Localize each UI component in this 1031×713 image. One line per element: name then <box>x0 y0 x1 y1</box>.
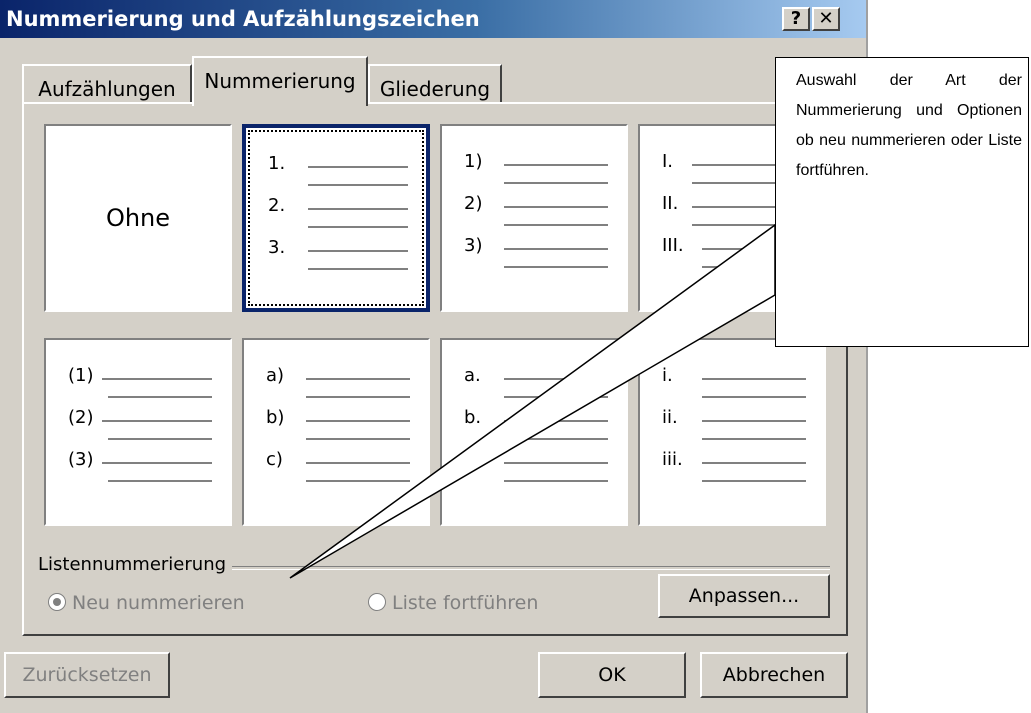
tab-nummerierung[interactable]: Nummerierung <box>192 56 368 106</box>
close-button[interactable]: ✕ <box>812 7 840 31</box>
numbering-dialog: Nummerierung und Aufzählungszeichen ? ✕ … <box>0 0 866 713</box>
reset-button[interactable]: Zurücksetzen <box>4 652 170 698</box>
gallery-cell-arabic-period[interactable]: 1. 2. 3. <box>242 124 430 312</box>
list-marker: 3. <box>268 237 286 258</box>
cancel-button[interactable]: Abbrechen <box>700 652 848 698</box>
list-marker: (2) <box>68 407 94 428</box>
gallery-cell-roman-lower[interactable]: i. ii. iii. <box>638 338 826 526</box>
close-icon: ✕ <box>818 8 834 29</box>
tab-strip: Aufzählungen Nummerierung Gliederung <box>0 38 866 106</box>
list-marker: c) <box>266 449 283 470</box>
list-marker: III. <box>662 235 684 256</box>
radio-indicator <box>368 593 386 611</box>
continue-list-radio[interactable]: Liste fortführen <box>368 592 538 614</box>
ok-button[interactable]: OK <box>538 652 686 698</box>
dialog-title: Nummerierung und Aufzählungszeichen <box>6 7 480 31</box>
list-marker: 1) <box>464 151 483 172</box>
gallery-cell-arabic-paren[interactable]: 1) 2) 3) <box>440 124 628 312</box>
list-marker: (1) <box>68 365 94 386</box>
tab-label: Gliederung <box>379 77 491 101</box>
restart-numbering-label: Neu nummerieren <box>72 592 245 614</box>
title-bar: Nummerierung und Aufzählungszeichen ? ✕ <box>0 0 866 38</box>
list-marker: a) <box>266 365 285 386</box>
restart-numbering-radio[interactable]: Neu nummerieren <box>48 592 245 614</box>
gallery-cell-alpha-period[interactable]: a. b. c. <box>440 338 628 526</box>
continue-list-label: Liste fortführen <box>392 592 539 614</box>
list-marker: (3) <box>68 449 94 470</box>
list-marker: c. <box>464 449 480 470</box>
radio-indicator <box>48 593 66 611</box>
tab-label: Aufzählungen <box>38 77 176 101</box>
list-marker: II. <box>662 193 679 214</box>
list-marker: 2) <box>464 193 483 214</box>
list-marker: i. <box>662 365 673 386</box>
list-marker: I. <box>662 151 674 172</box>
list-marker: 3) <box>464 235 483 256</box>
gallery-cell-none[interactable]: Ohne <box>44 124 232 312</box>
none-label: Ohne <box>105 204 171 232</box>
callout-text: Auswahl der Art der Nummerierung und Opt… <box>796 72 1022 179</box>
list-marker: iii. <box>662 449 683 470</box>
list-marker: 2. <box>268 195 286 216</box>
gallery-cell-alpha-paren[interactable]: a) b) c) <box>242 338 430 526</box>
tab-label: Nummerierung <box>204 69 356 93</box>
help-button[interactable]: ? <box>782 7 810 31</box>
list-marker: 1. <box>268 153 286 174</box>
gallery-cell-arabic-parens[interactable]: (1) (2) (3) <box>44 338 232 526</box>
list-marker: b. <box>464 407 482 428</box>
list-marker: a. <box>464 365 481 386</box>
list-marker: b) <box>266 407 285 428</box>
tab-aufzaehlungen[interactable]: Aufzählungen <box>22 64 192 104</box>
tab-gliederung[interactable]: Gliederung <box>368 64 502 104</box>
list-marker: ii. <box>662 407 678 428</box>
list-numbering-label: Listennummerierung <box>38 554 233 575</box>
callout-box: Auswahl der Art der Nummerierung und Opt… <box>775 57 1029 347</box>
customize-button[interactable]: Anpassen... <box>658 574 830 618</box>
